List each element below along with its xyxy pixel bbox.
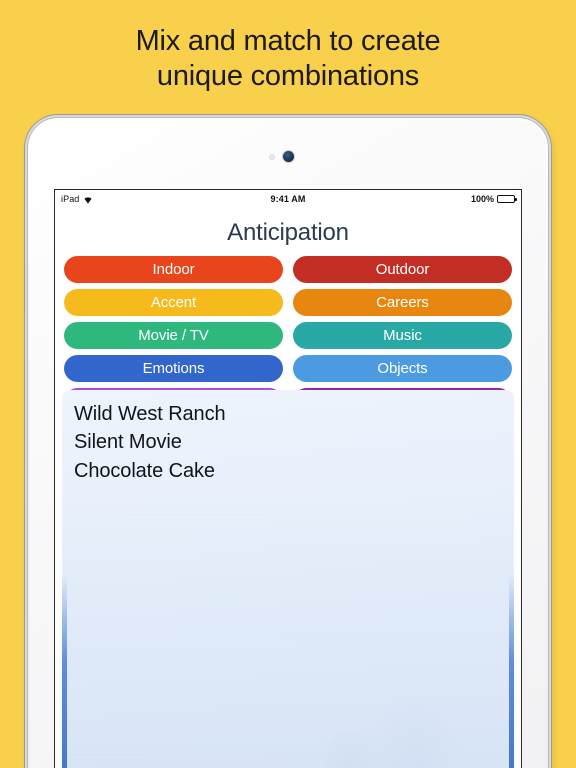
category-button-accent[interactable]: Accent bbox=[64, 289, 283, 316]
category-button-careers[interactable]: Careers bbox=[293, 289, 512, 316]
page-title: Anticipation bbox=[227, 219, 349, 246]
category-button-objects[interactable]: Objects bbox=[293, 355, 512, 382]
result-line: Chocolate Cake bbox=[74, 459, 215, 482]
ambient-light-sensor-icon bbox=[269, 154, 275, 160]
result-panel: Wild West Ranch Silent Movie Chocolate Cak… bbox=[62, 390, 514, 768]
result-list: Wild West Ranch Silent Movie Chocolate Cak… bbox=[62, 390, 514, 485]
category-button-outdoor[interactable]: Outdoor bbox=[293, 256, 512, 283]
ipad-device-frame: iPad 9:41 AM 100% Anticipation Indoor Ou… bbox=[28, 118, 548, 768]
promo-headline-line2: unique combinations bbox=[156, 60, 420, 93]
camera-icon bbox=[283, 151, 294, 162]
ipad-screen: iPad 9:41 AM 100% Anticipation Indoor Ou… bbox=[55, 190, 521, 768]
app-content: Anticipation Indoor Outdoor Accent Careers M… bbox=[55, 207, 521, 768]
battery-icon bbox=[497, 194, 517, 203]
category-button-indoor[interactable]: Indoor bbox=[64, 256, 283, 283]
status-bar: iPad 9:41 AM 100% bbox=[55, 190, 521, 207]
status-bar-right: 100% bbox=[470, 193, 517, 204]
battery-percent-label: 100% bbox=[470, 193, 494, 204]
promo-headline: Mix and match to create unique combinati… bbox=[0, 24, 576, 95]
category-button-movie-tv[interactable]: Movie / TV bbox=[64, 322, 283, 349]
category-button-emotions[interactable]: Emotions bbox=[64, 355, 283, 382]
category-button-music[interactable]: Music bbox=[293, 322, 512, 349]
result-line: Silent Movie bbox=[74, 431, 182, 454]
background-photo bbox=[62, 500, 514, 768]
result-line: Wild West Ranch bbox=[74, 403, 226, 425]
promo-headline-line1: Mix and match to create bbox=[135, 25, 441, 57]
status-bar-clock: 9:41 AM bbox=[270, 193, 306, 204]
